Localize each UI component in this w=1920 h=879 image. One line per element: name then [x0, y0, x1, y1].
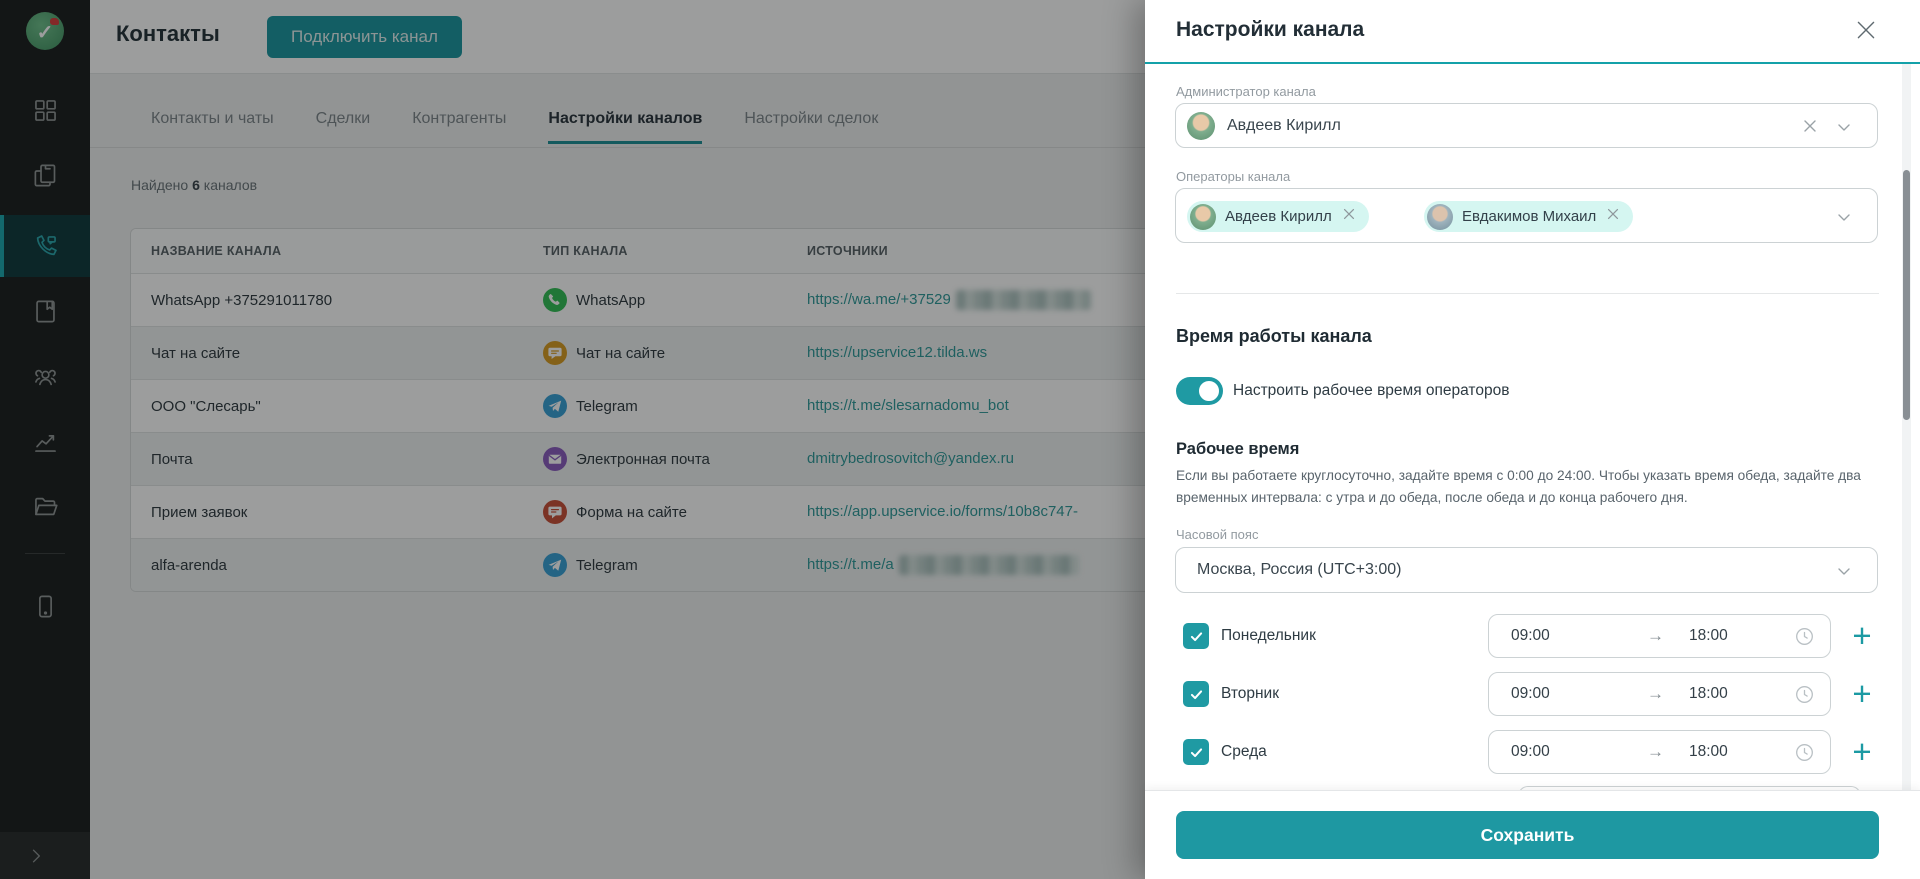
time-to[interactable]: 18:00: [1689, 731, 1728, 773]
time-from[interactable]: 09:00: [1511, 615, 1550, 657]
admin-select[interactable]: Авдеев Кирилл: [1175, 103, 1878, 148]
timezone-select[interactable]: Москва, Россия (UTC+3:00): [1175, 547, 1878, 593]
close-panel-button[interactable]: [1851, 16, 1881, 46]
clock-icon: [1795, 685, 1814, 704]
operators-multiselect[interactable]: Авдеев Кирилл Евдакимов Михаил: [1175, 188, 1878, 243]
avatar: [1187, 112, 1215, 140]
time-to[interactable]: 18:00: [1689, 615, 1728, 657]
arrow-right-icon: →: [1647, 742, 1664, 761]
toggle-label: Настроить рабочее время операторов: [1233, 382, 1510, 399]
timezone-label: Часовой пояс: [1176, 527, 1259, 542]
add-interval-button[interactable]: +: [1845, 614, 1879, 658]
working-time-description: Если вы работаете круглосуточно, задайте…: [1176, 468, 1861, 505]
panel-scrollbar[interactable]: [1902, 64, 1911, 879]
avatar: [1427, 203, 1453, 230]
operator-name: Евдакимов Михаил: [1462, 208, 1597, 225]
admin-value: Авдеев Кирилл: [1227, 117, 1341, 134]
time-range-input[interactable]: 09:00 → 18:00: [1488, 730, 1831, 774]
day-checkbox[interactable]: [1183, 681, 1209, 707]
day-row-monday: Понедельник 09:00 → 18:00 +: [1145, 614, 1920, 658]
panel-header-divider: [1145, 62, 1920, 64]
add-interval-button[interactable]: +: [1845, 730, 1879, 774]
panel-footer: Сохранить: [1145, 790, 1920, 879]
clock-icon: [1795, 627, 1814, 646]
time-to[interactable]: 18:00: [1689, 673, 1728, 715]
section-divider: [1176, 293, 1879, 294]
chevron-down-icon[interactable]: [1835, 562, 1853, 585]
admin-label: Администратор канала: [1176, 84, 1316, 99]
check-icon: [1190, 747, 1202, 757]
remove-chip-icon[interactable]: [1341, 206, 1357, 227]
day-checkbox[interactable]: [1183, 623, 1209, 649]
remove-chip-icon[interactable]: [1605, 206, 1621, 227]
operator-chip[interactable]: Евдакимов Михаил: [1424, 201, 1634, 232]
work-hours-toggle[interactable]: [1176, 377, 1223, 405]
arrow-right-icon: →: [1647, 626, 1664, 645]
avatar: [1190, 203, 1216, 230]
panel-title: Настройки канала: [1176, 18, 1365, 41]
day-checkbox[interactable]: [1183, 739, 1209, 765]
work-hours-heading: Время работы канала: [1176, 326, 1372, 346]
clock-icon: [1795, 743, 1814, 762]
operators-label: Операторы канала: [1176, 169, 1291, 184]
modal-dim-overlay[interactable]: [0, 0, 1145, 879]
add-interval-button[interactable]: +: [1845, 672, 1879, 716]
chevron-down-icon[interactable]: [1835, 118, 1853, 141]
day-row-wednesday: Среда 09:00 → 18:00 +: [1145, 730, 1920, 774]
scrollbar-thumb[interactable]: [1903, 170, 1910, 420]
arrow-right-icon: →: [1647, 684, 1664, 703]
clear-icon[interactable]: [1801, 117, 1819, 140]
channel-settings-panel: Настройки канала Администратор канала Ав…: [1145, 0, 1920, 879]
check-icon: [1190, 631, 1202, 641]
save-button[interactable]: Сохранить: [1176, 811, 1879, 859]
working-time-subheading: Рабочее время: [1176, 440, 1300, 458]
chevron-down-icon[interactable]: [1835, 208, 1853, 231]
time-range-input[interactable]: 09:00 → 18:00: [1488, 672, 1831, 716]
operator-name: Авдеев Кирилл: [1225, 208, 1332, 225]
time-range-input[interactable]: 09:00 → 18:00: [1488, 614, 1831, 658]
day-row-tuesday: Вторник 09:00 → 18:00 +: [1145, 672, 1920, 716]
time-from[interactable]: 09:00: [1511, 673, 1550, 715]
operator-chip[interactable]: Авдеев Кирилл: [1187, 201, 1369, 232]
time-from[interactable]: 09:00: [1511, 731, 1550, 773]
timezone-value: Москва, Россия (UTC+3:00): [1197, 561, 1402, 578]
day-label: Понедельник: [1221, 627, 1316, 644]
day-label: Среда: [1221, 743, 1267, 760]
day-label: Вторник: [1221, 685, 1279, 702]
close-icon: [1857, 21, 1875, 38]
check-icon: [1190, 689, 1202, 699]
